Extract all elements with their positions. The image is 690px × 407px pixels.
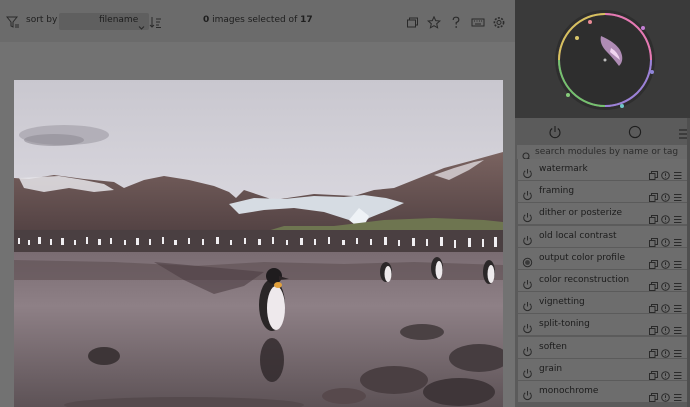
- module-power-icon[interactable]: [522, 253, 533, 272]
- grouping-icon[interactable]: [406, 14, 419, 33]
- module-row[interactable]: dither or posterize: [518, 203, 690, 227]
- module-power-icon[interactable]: [522, 319, 533, 338]
- funnel-icon[interactable]: [5, 14, 20, 33]
- sort-value: filename: [99, 15, 139, 25]
- selection-text: images selected of: [209, 15, 301, 25]
- reset-icon[interactable]: [661, 387, 670, 406]
- module-name: color reconstruction: [539, 275, 630, 285]
- module-power-icon[interactable]: [522, 364, 533, 383]
- module-search-field[interactable]: [517, 145, 688, 162]
- module-name: output color profile: [539, 252, 625, 263]
- total-count: 17: [300, 15, 313, 25]
- top-toolbar: sort by filename 0 images selected of 17: [0, 0, 515, 42]
- module-group-toolbar: [515, 118, 690, 144]
- module-row[interactable]: watermark: [518, 159, 690, 180]
- vectorscope[interactable]: [515, 0, 690, 118]
- help-icon[interactable]: [451, 14, 461, 33]
- module-power-icon[interactable]: [522, 164, 533, 183]
- module-row[interactable]: output color profile: [518, 247, 690, 272]
- multi-instance-icon[interactable]: [649, 387, 658, 406]
- module-power-icon[interactable]: [522, 386, 533, 405]
- module-power-icon[interactable]: [522, 297, 533, 316]
- module-name: monochrome: [539, 386, 599, 396]
- right-panel: watermark framing dither or posterize old l…: [515, 0, 690, 407]
- gear-icon[interactable]: [492, 14, 506, 33]
- module-name: split-toning: [539, 319, 590, 330]
- circle-icon[interactable]: [628, 124, 642, 143]
- module-power-icon[interactable]: [522, 208, 533, 227]
- keyboard-icon[interactable]: [471, 14, 485, 33]
- module-power-icon[interactable]: [522, 231, 533, 250]
- module-name: dither or posterize: [539, 208, 623, 219]
- module-search-input[interactable]: [535, 145, 685, 159]
- photo-preview[interactable]: [14, 80, 503, 407]
- filter-bar: sort by filename 0 images selected of 17: [0, 12, 515, 32]
- sort-order-icon[interactable]: [149, 14, 162, 33]
- module-row[interactable]: color reconstruction: [518, 270, 690, 291]
- star-icon[interactable]: [426, 14, 442, 33]
- module-power-icon[interactable]: [522, 186, 533, 205]
- module-name: soften: [539, 341, 567, 352]
- module-power-icon[interactable]: [522, 275, 533, 294]
- module-name: watermark: [539, 164, 588, 174]
- module-name: grain: [539, 363, 563, 374]
- sort-select[interactable]: filename: [59, 13, 149, 30]
- power-icon[interactable]: [548, 124, 562, 143]
- module-row[interactable]: monochrome: [518, 381, 690, 402]
- sort-by-label: sort by: [26, 15, 58, 25]
- chevron-down-icon: [138, 16, 145, 35]
- module-row[interactable]: old local contrast: [518, 225, 690, 250]
- module-row[interactable]: grain: [518, 358, 690, 383]
- module-row[interactable]: split-toning: [518, 314, 690, 338]
- center-view: [0, 42, 515, 407]
- selection-count: 0 images selected of 17: [203, 15, 313, 25]
- module-row[interactable]: soften: [518, 336, 690, 361]
- module-name: old local contrast: [539, 230, 617, 241]
- module-power-icon[interactable]: [522, 342, 533, 361]
- module-row[interactable]: framing: [518, 181, 690, 205]
- module-name: framing: [539, 186, 575, 197]
- presets-icon[interactable]: [673, 387, 682, 406]
- module-row[interactable]: vignetting: [518, 292, 690, 316]
- module-name: vignetting: [539, 297, 585, 308]
